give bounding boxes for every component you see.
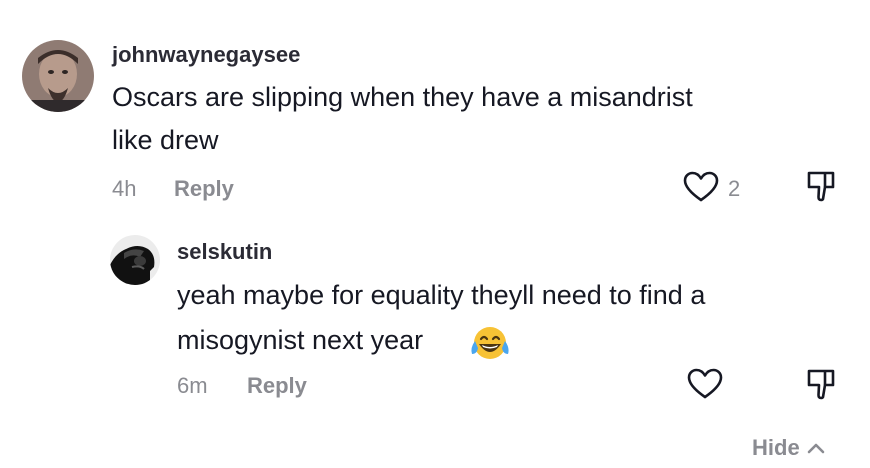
- replier-username[interactable]: selskutin: [177, 239, 272, 265]
- heart-outline-icon[interactable]: [683, 171, 719, 203]
- comment-timestamp: 4h: [112, 176, 137, 201]
- comment-reply-button[interactable]: Reply: [174, 176, 234, 202]
- reply-text-line-2: misogynist next year: [177, 325, 424, 355]
- chevron-up-icon: [807, 443, 824, 454]
- thumbs-down-icon[interactable]: [806, 368, 836, 400]
- hide-replies-button[interactable]: Hide: [752, 435, 826, 461]
- heart-outline-icon[interactable]: [687, 368, 723, 400]
- hide-label: Hide: [752, 435, 800, 460]
- comment-text-line-1: Oscars are slipping when they have a mis…: [112, 82, 693, 112]
- replier-avatar[interactable]: [110, 235, 160, 285]
- reply-text-line-1: yeah maybe for equality theyll need to f…: [177, 280, 706, 310]
- commenter-username[interactable]: johnwaynegaysee: [112, 42, 300, 68]
- commenter-avatar[interactable]: [22, 40, 94, 112]
- comment-text-line-2: like drew: [112, 125, 219, 155]
- reply-reply-button[interactable]: Reply: [247, 373, 307, 399]
- thumbs-down-icon[interactable]: [806, 170, 836, 202]
- tears-of-joy-emoji-icon: [471, 327, 509, 359]
- reply-timestamp: 6m: [177, 373, 208, 398]
- comment-like-count: 2: [728, 176, 741, 201]
